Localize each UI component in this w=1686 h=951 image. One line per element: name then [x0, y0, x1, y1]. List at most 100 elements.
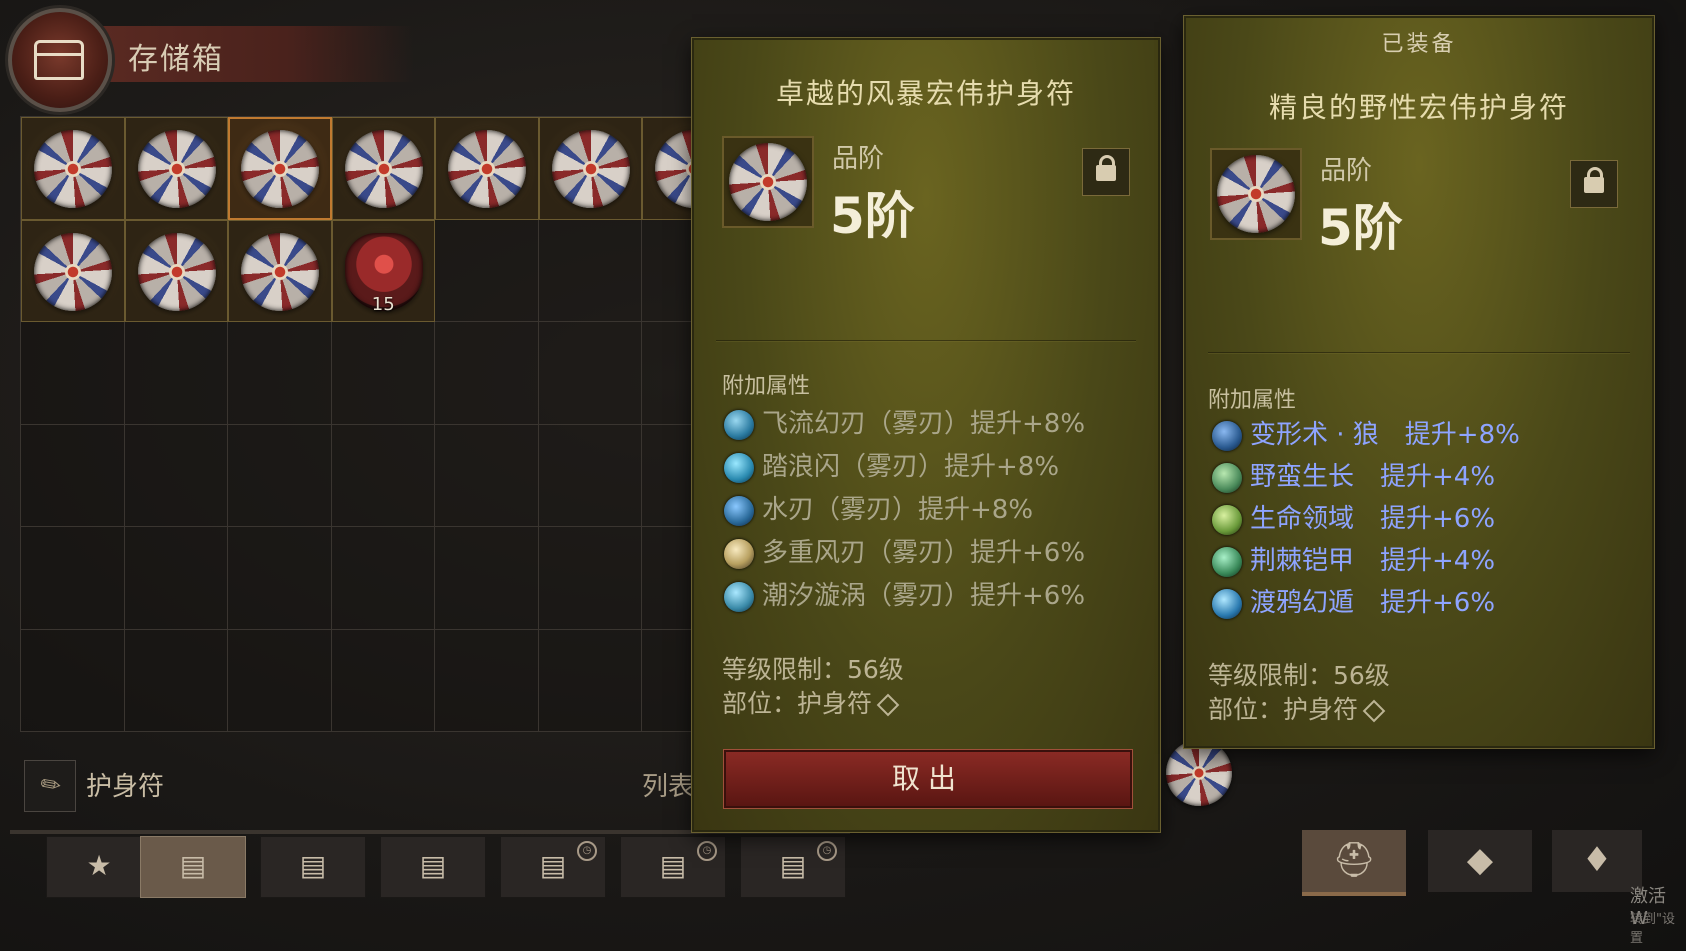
tab-stash-1[interactable]: ▤: [140, 836, 246, 898]
inventory-slot-empty[interactable]: [21, 629, 125, 732]
equipped-label: 已装备: [1381, 32, 1457, 57]
item-tooltip-hovered: 卓越的风暴宏伟护身符 品阶 5阶 附加属性 飞流幻刃（雾刃）提升+8% 踏浪闪（…: [692, 38, 1160, 832]
tab-stash-2[interactable]: ▤: [260, 836, 366, 898]
affix-line: 荆棘铠甲 提升+4%: [1212, 540, 1495, 577]
inventory-slot-empty[interactable]: [435, 322, 539, 425]
tab-stash-3[interactable]: ▤: [380, 836, 486, 898]
affix-line: 生命领域 提升+6%: [1212, 498, 1495, 535]
affix-line: 潮汐漩涡（雾刃）提升+6%: [724, 575, 1085, 612]
tab-stash-6[interactable]: ▤ ◷: [740, 836, 846, 898]
amulet-icon: [34, 130, 112, 208]
inventory-slot-empty[interactable]: [435, 219, 539, 322]
tab-equipment[interactable]: ⛑: [1302, 830, 1406, 896]
inventory-slot-empty[interactable]: [124, 322, 228, 425]
inventory-slot[interactable]: [228, 219, 332, 322]
storage-grid: 15: [20, 116, 746, 732]
chest-icon: ▤: [299, 849, 327, 882]
affix-line: 飞流幻刃（雾刃）提升+8%: [724, 403, 1085, 440]
inventory-slot[interactable]: 15: [331, 219, 435, 322]
inventory-slot-empty[interactable]: [538, 527, 642, 630]
inventory-slot-empty[interactable]: [331, 629, 435, 732]
amulet-icon: [241, 130, 319, 208]
chest-icon: [8, 8, 112, 112]
slot-info: 部位：护身符: [722, 684, 900, 720]
inventory-slot[interactable]: [124, 219, 228, 322]
affix-line: 变形术 · 狼 提升+8%: [1212, 414, 1520, 451]
affix-line: 多重风刃（雾刃）提升+6%: [724, 532, 1085, 569]
affix-header: 附加属性: [722, 374, 811, 399]
level-requirement: 等级限制：56级: [1208, 661, 1390, 690]
grade-label: 品阶: [1320, 156, 1373, 186]
lock-icon[interactable]: [1082, 148, 1130, 196]
filter-button[interactable]: ✎: [24, 760, 76, 812]
affix-line: 渡鸦幻遁 提升+6%: [1212, 582, 1495, 619]
filter-label: 护身符: [86, 772, 165, 802]
inventory-slot-empty[interactable]: [538, 219, 642, 322]
bag-icon: ♦: [1581, 840, 1613, 880]
clock-icon: ◷: [697, 841, 717, 861]
inventory-slot-empty[interactable]: [538, 424, 642, 527]
skill-icon: [1212, 462, 1242, 493]
list-view-toggle[interactable]: 列表: [642, 766, 694, 803]
inventory-slot-empty[interactable]: [331, 322, 435, 425]
amulet-icon: [344, 130, 423, 208]
amulet-icon: [241, 232, 319, 311]
take-out-button[interactable]: 取出: [724, 750, 1132, 808]
inventory-slot-empty[interactable]: [21, 527, 125, 630]
inventory-slot-selected[interactable]: [228, 117, 332, 220]
inventory-slot-empty[interactable]: [331, 527, 435, 630]
equipped-amulet-icon[interactable]: [1166, 740, 1232, 806]
affix-line: 野蛮生长 提升+4%: [1212, 456, 1495, 493]
grade-label: 品阶: [832, 144, 885, 174]
gem-icon: ◆: [1466, 840, 1494, 880]
tab-materials[interactable]: ♦: [1552, 830, 1642, 892]
divider: [1208, 352, 1630, 353]
inventory-slot-empty[interactable]: [21, 424, 125, 527]
skill-icon: [724, 495, 754, 526]
amulet-icon: [34, 232, 112, 311]
affix-line: 水刃（雾刃）提升+8%: [724, 489, 1033, 526]
inventory-slot-empty[interactable]: [228, 424, 332, 527]
inventory-slot-empty[interactable]: [228, 322, 332, 425]
tab-gems[interactable]: ◆: [1428, 830, 1532, 892]
inventory-slot-empty[interactable]: [124, 424, 228, 527]
tab-favorites[interactable]: ★: [46, 836, 152, 898]
tab-stash-5[interactable]: ▤ ◷: [620, 836, 726, 898]
inventory-slot-empty[interactable]: [331, 424, 435, 527]
inventory-slot[interactable]: [435, 117, 539, 220]
skill-icon: [724, 409, 754, 440]
inventory-slot[interactable]: [331, 117, 435, 220]
inventory-slot-empty[interactable]: [21, 322, 125, 425]
inventory-slot-empty[interactable]: [435, 629, 539, 732]
chest-icon: ▤: [179, 849, 207, 882]
amulet-icon: [551, 130, 630, 208]
inventory-slot-empty[interactable]: [435, 424, 539, 527]
inventory-slot-empty[interactable]: [228, 629, 332, 732]
item-tooltip-equipped: 已装备 精良的野性宏伟护身符 品阶 5阶 附加属性 变形术 · 狼 提升+8% …: [1184, 16, 1654, 748]
level-requirement: 等级限制：56级: [722, 655, 904, 684]
tab-stash-4[interactable]: ▤ ◷: [500, 836, 606, 898]
grade-value: 5阶: [830, 187, 915, 245]
item-name: 精良的野性宏伟护身符: [1268, 91, 1569, 124]
skill-icon: [724, 538, 754, 569]
inventory-slot[interactable]: [538, 117, 642, 220]
grade-value: 5阶: [1318, 199, 1403, 257]
inventory-slot-empty[interactable]: [124, 527, 228, 630]
inventory-slot[interactable]: [124, 117, 228, 220]
amulet-icon: [448, 130, 526, 208]
amulet-icon: [729, 143, 807, 221]
clock-icon: ◷: [817, 841, 837, 861]
inventory-slot-empty[interactable]: [538, 629, 642, 732]
inventory-slot[interactable]: [21, 117, 125, 220]
inventory-slot-empty[interactable]: [435, 527, 539, 630]
amulet-slot-icon: [1362, 699, 1386, 723]
inventory-slot-empty[interactable]: [228, 527, 332, 630]
amulet-icon: [137, 130, 216, 208]
amulet-icon: [137, 232, 216, 311]
inventory-slot-empty[interactable]: [124, 629, 228, 732]
lock-icon[interactable]: [1570, 160, 1618, 208]
inventory-slot-empty[interactable]: [538, 322, 642, 425]
inventory-slot[interactable]: [21, 219, 125, 322]
affix-header: 附加属性: [1208, 388, 1297, 413]
stack-count: 15: [371, 294, 395, 315]
